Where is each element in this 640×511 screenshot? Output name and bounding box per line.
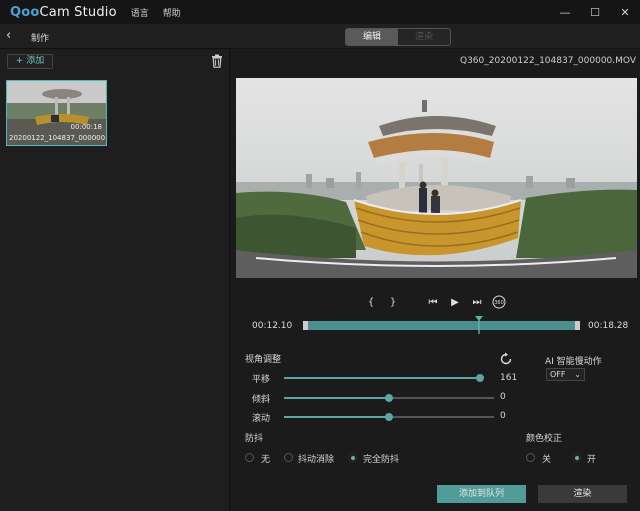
stab-shake-removal-radio[interactable] bbox=[284, 453, 293, 462]
menu-language[interactable]: 语言 bbox=[131, 6, 149, 19]
pan-slider[interactable] bbox=[284, 374, 484, 382]
stab-none-radio[interactable] bbox=[245, 453, 254, 462]
ai-slowmo-value: OFF bbox=[550, 370, 566, 379]
color-off-label: 关 bbox=[542, 455, 552, 465]
preview-filename: Q360_20200122_104837_000000.MOV bbox=[460, 56, 636, 66]
minimize-icon[interactable]: — bbox=[550, 0, 580, 24]
view-360-icon[interactable]: 360 bbox=[488, 294, 510, 310]
clip-name: 20200122_104837_000000.MOV bbox=[9, 134, 106, 142]
render-button[interactable]: 渲染 bbox=[538, 485, 627, 503]
tilt-slider[interactable] bbox=[284, 394, 494, 402]
tilt-label: 倾斜 bbox=[252, 395, 271, 405]
menu-help[interactable]: 帮助 bbox=[163, 6, 181, 19]
trim-start-time: 00:12.10 bbox=[252, 321, 293, 331]
color-on-radio[interactable] bbox=[572, 453, 581, 462]
pan-value: 161 bbox=[500, 373, 518, 383]
window-controls: — ☐ ✕ bbox=[550, 0, 640, 24]
view-adjust-title: 视角调整 bbox=[245, 355, 282, 365]
timeline-track[interactable] bbox=[303, 321, 580, 330]
pan-label: 平移 bbox=[252, 375, 271, 385]
tilt-value: 0 bbox=[500, 392, 506, 402]
add-media-button[interactable]: + 添加 bbox=[7, 54, 53, 69]
back-icon[interactable]: ‹ bbox=[6, 28, 20, 44]
color-off-radio[interactable] bbox=[526, 453, 535, 462]
close-icon[interactable]: ✕ bbox=[610, 0, 640, 24]
play-icon[interactable]: ▶ bbox=[444, 294, 466, 310]
video-preview[interactable] bbox=[236, 78, 637, 278]
roll-slider[interactable] bbox=[284, 413, 494, 421]
roll-slider-fill bbox=[284, 416, 389, 418]
stab-full-label: 完全防抖 bbox=[363, 455, 400, 465]
chevron-down-icon: ⌄ bbox=[574, 370, 581, 379]
stabilization-title: 防抖 bbox=[245, 434, 264, 444]
tilt-slider-fill bbox=[284, 397, 389, 399]
pan-slider-fill bbox=[284, 377, 480, 379]
trim-end-time: 00:18.28 bbox=[588, 321, 629, 331]
tab-edit[interactable]: 编辑 bbox=[346, 29, 398, 45]
reset-view-icon[interactable] bbox=[499, 352, 513, 366]
title-bar: QooCam Studio 语言 帮助 — ☐ ✕ bbox=[0, 0, 640, 24]
app-logo: QooCam Studio bbox=[10, 5, 117, 20]
ai-slowmo-select[interactable]: OFF ⌄ bbox=[546, 368, 585, 381]
add-to-queue-button[interactable]: 添加到队列 bbox=[437, 485, 526, 503]
roll-label: 滚动 bbox=[252, 414, 271, 424]
clip-duration: 00:00:18 bbox=[70, 123, 102, 131]
nav-bar: ‹ 制作 编辑 渲染 bbox=[0, 24, 640, 49]
media-library-panel: + 添加 00:00:18 20200122_104837_000000.MOV bbox=[0, 50, 230, 511]
skip-forward-icon[interactable]: ⏭ bbox=[466, 294, 488, 310]
tilt-slider-knob[interactable] bbox=[385, 394, 393, 402]
roll-value: 0 bbox=[500, 411, 506, 421]
stab-full-radio[interactable] bbox=[348, 453, 357, 462]
pan-slider-knob[interactable] bbox=[476, 374, 484, 382]
stab-none-label: 无 bbox=[261, 455, 271, 465]
stab-shake-removal-label: 抖动消除 bbox=[298, 455, 335, 465]
maximize-icon[interactable]: ☐ bbox=[580, 0, 610, 24]
clip-thumbnail[interactable]: 00:00:18 20200122_104837_000000.MOV bbox=[6, 80, 107, 146]
mode-tabs: 编辑 渲染 bbox=[345, 28, 451, 46]
skip-back-icon[interactable]: ⏮ bbox=[422, 294, 444, 310]
playhead-marker[interactable] bbox=[474, 316, 483, 334]
menu-bar: 语言 帮助 bbox=[131, 6, 181, 19]
mark-out-icon[interactable]: } bbox=[382, 294, 404, 310]
svg-text:360: 360 bbox=[494, 300, 504, 306]
roll-slider-knob[interactable] bbox=[385, 413, 393, 421]
logo-mid: Cam bbox=[39, 4, 70, 20]
logo-prefix: Qoo bbox=[10, 4, 40, 20]
tab-render[interactable]: 渲染 bbox=[398, 29, 450, 45]
separator bbox=[404, 294, 422, 310]
mark-in-icon[interactable]: { bbox=[360, 294, 382, 310]
playback-controls: { } ⏮ ▶ ⏭ 360 bbox=[360, 294, 510, 310]
section-title: 制作 bbox=[31, 34, 50, 44]
preview-frame-image bbox=[236, 78, 637, 278]
logo-suffix: Studio bbox=[74, 4, 117, 20]
color-on-label: 开 bbox=[587, 455, 597, 465]
color-correction-title: 颜色校正 bbox=[526, 434, 563, 444]
trash-icon[interactable] bbox=[211, 54, 223, 68]
ai-slowmo-title: AI 智能慢动作 bbox=[545, 357, 602, 367]
